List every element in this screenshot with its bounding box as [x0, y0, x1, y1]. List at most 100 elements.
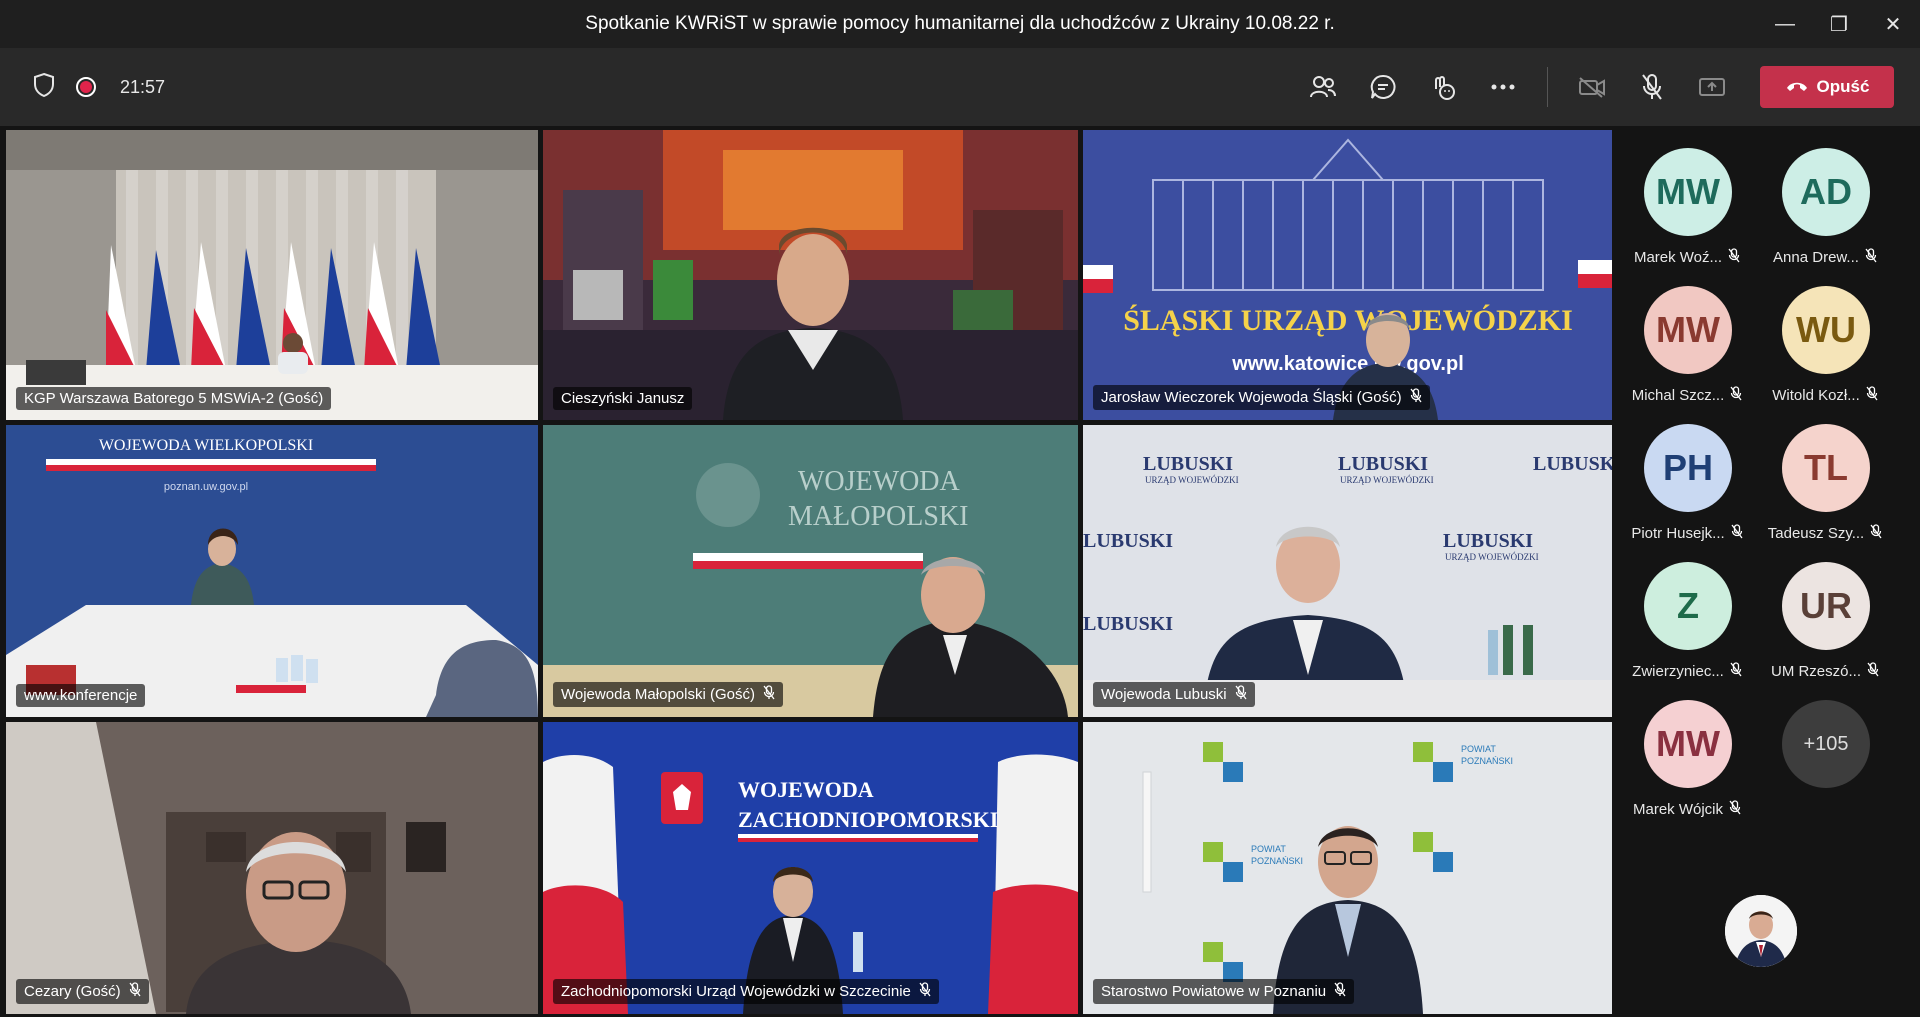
share-icon[interactable] [1682, 57, 1742, 117]
mic-off-icon [1729, 800, 1741, 819]
avatar: AD [1782, 148, 1870, 236]
video-tile-kgp-warszawa[interactable]: KGP Warszawa Batorego 5 MSWiA-2 (Gość) [6, 130, 538, 420]
participant-name: Piotr Husejk... [1631, 525, 1725, 542]
minimize-button[interactable]: — [1758, 0, 1812, 48]
scene-caption: ŚLĄSKI URZĄD WOJEWÓDZKI [1123, 304, 1573, 337]
roster-participant[interactable]: UR UM Rzeszó... [1750, 544, 1900, 682]
scene-caption: POZNAŃSKI [1461, 756, 1513, 766]
toolbar-divider [1547, 67, 1548, 107]
scene-caption: LUBUSKI [1083, 613, 1173, 635]
window-controls: — ❐ ✕ [1758, 0, 1920, 48]
mic-off-icon [1235, 685, 1247, 704]
scene-caption: LUBUSKI [1338, 453, 1428, 475]
scene-caption: URZĄD WOJEWÓDZKI [1445, 552, 1539, 562]
scene-caption: www.katowice.uw.gov.pl [1231, 353, 1464, 375]
mic-off-icon [919, 982, 931, 1001]
mic-off-icon [1730, 386, 1742, 405]
scene-caption: poznan.uw.gov.pl [164, 481, 248, 493]
participant-name-tag: Wojewoda Lubuski [1093, 682, 1255, 707]
participant-name-tag: Wojewoda Małopolski (Gość) [553, 682, 783, 707]
window-titlebar: Spotkanie KWRiST w sprawie pomocy humani… [0, 0, 1920, 48]
conference-room-video [6, 130, 538, 420]
game-background-video [543, 130, 1078, 420]
self-view-avatar[interactable] [1725, 895, 1797, 967]
mic-off-icon[interactable] [1622, 57, 1682, 117]
participant-name-tag: Cieszyński Janusz [553, 387, 693, 410]
mic-off-icon [129, 982, 141, 1001]
leave-button[interactable]: Opuść [1760, 66, 1894, 108]
roster-participant[interactable]: MW Marek Wójcik [1612, 682, 1762, 820]
chat-icon[interactable] [1353, 57, 1413, 117]
scene-caption: LUBUSKI [1443, 530, 1533, 552]
malopolski-room-video: WOJEWODA MAŁOPOLSKI [543, 425, 1078, 717]
video-tile-www-konferencje[interactable]: WOJEWODA WIELKOPOLSKI poznan.uw.gov.pl w… [6, 425, 538, 717]
participant-name-tag: Cezary (Gość) [16, 979, 149, 1004]
mic-off-icon [763, 685, 775, 704]
scene-caption: POWIAT [1251, 844, 1286, 854]
participant-name: Tadeusz Szy... [1767, 525, 1865, 542]
meeting-toolbar: 21:57 Opuść [0, 48, 1920, 126]
video-grid: KGP Warszawa Batorego 5 MSWiA-2 (Gość) C… [6, 130, 1614, 1014]
avatar: WU [1782, 286, 1870, 374]
participant-name-tag: Zachodniopomorski Urząd Wojewódzki w Szc… [553, 979, 939, 1004]
slaski-urzad-video: ŚLĄSKI URZĄD WOJEWÓDZKI www.katowice.uw.… [1083, 130, 1614, 420]
roster-participant[interactable]: WU Witold Kozł... [1750, 268, 1900, 406]
roster-participant[interactable]: TL Tadeusz Szy... [1750, 406, 1900, 544]
video-tile-starostwo-powiatowe[interactable]: POWIAT POZNAŃSKI POWIAT POZNAŃSKI Starostw… [1083, 722, 1614, 1014]
mic-off-icon [1334, 982, 1346, 1001]
more-icon[interactable] [1473, 57, 1533, 117]
meeting-timer: 21:57 [120, 76, 166, 97]
video-tile-wojewoda-malopolski[interactable]: WOJEWODA MAŁOPOLSKI Wojewoda Małopolski … [543, 425, 1078, 717]
recording-icon [76, 77, 96, 97]
avatar: MW [1644, 700, 1732, 788]
roster-participant[interactable]: MW Michal Szcz... [1612, 268, 1762, 406]
participant-name: Marek Wójcik [1632, 801, 1723, 818]
participant-name: Anna Drew... [1773, 249, 1859, 266]
video-tile-wojewoda-lubuski[interactable]: LUBUSKI LUBUSKI LUBUSKI LUBUSKI LUBUSKI … [1083, 425, 1614, 717]
participant-name-tag: www.konferencje [16, 684, 146, 707]
avatar: MW [1644, 286, 1732, 374]
lubuski-room-video: LUBUSKI LUBUSKI LUBUSKI LUBUSKI LUBUSKI … [1083, 425, 1614, 717]
roster-participant[interactable]: AD Anna Drew... [1750, 130, 1900, 268]
roster-participant[interactable]: MW Marek Woź... [1612, 130, 1762, 268]
self-portrait-image [1725, 895, 1797, 967]
people-icon[interactable] [1293, 57, 1353, 117]
scene-caption: MAŁOPOLSKI [788, 501, 968, 532]
video-tile-cieszynski-janusz[interactable]: Cieszyński Janusz [543, 130, 1078, 420]
participant-name: UM Rzeszó... [1770, 663, 1861, 680]
mic-off-icon [1866, 386, 1878, 405]
leave-label: Opuść [1816, 77, 1870, 96]
scene-caption: POZNAŃSKI [1251, 856, 1303, 866]
scene-caption: WOJEWODA WIELKOPOLSKI [99, 437, 313, 454]
avatar: MW [1644, 148, 1732, 236]
camera-off-icon[interactable] [1562, 57, 1622, 117]
participant-name: Witold Kozł... [1772, 387, 1860, 404]
mic-off-icon [1865, 248, 1877, 267]
participant-name: Marek Woź... [1633, 249, 1723, 266]
avatar: UR [1782, 562, 1870, 650]
video-tile-cezary[interactable]: Cezary (Gość) [6, 722, 538, 1014]
mic-off-icon [1410, 388, 1422, 407]
avatar: Z [1644, 562, 1732, 650]
participant-name: Zwierzyniec... [1632, 663, 1724, 680]
mic-off-icon [1730, 662, 1742, 681]
participant-roster: MW Marek Woź... AD Anna Drew... MW Micha… [1612, 130, 1920, 1017]
video-tile-wojewoda-slaski[interactable]: ŚLĄSKI URZĄD WOJEWÓDZKI www.katowice.uw.… [1083, 130, 1614, 420]
more-participants-button[interactable]: +105 [1750, 682, 1900, 820]
scene-caption: URZĄD WOJEWÓDZKI [1145, 475, 1239, 485]
powiat-room-video: POWIAT POZNAŃSKI POWIAT POZNAŃSKI [1083, 722, 1614, 1014]
video-tile-zachodniopomorski[interactable]: WOJEWODA ZACHODNIOPOMORSKI Zachodniopomo… [543, 722, 1078, 1014]
scene-caption: URZĄD WOJEWÓDZKI [1340, 475, 1434, 485]
roster-participant[interactable]: Z Zwierzyniec... [1612, 544, 1762, 682]
zachodniopomorski-room-video: WOJEWODA ZACHODNIOPOMORSKI [543, 722, 1078, 1014]
office-video [6, 722, 538, 1014]
wielkopolski-room-video: WOJEWODA WIELKOPOLSKI poznan.uw.gov.pl [6, 425, 538, 717]
roster-participant[interactable]: PH Piotr Husejk... [1612, 406, 1762, 544]
avatar: PH [1644, 424, 1732, 512]
maximize-button[interactable]: ❐ [1812, 0, 1866, 48]
scene-caption: LUBUSKI [1143, 453, 1233, 475]
close-button[interactable]: ✕ [1866, 0, 1920, 48]
reactions-icon[interactable] [1413, 57, 1473, 117]
meeting-title: Spotkanie KWRiST w sprawie pomocy humani… [585, 13, 1335, 34]
shield-icon [32, 72, 56, 103]
